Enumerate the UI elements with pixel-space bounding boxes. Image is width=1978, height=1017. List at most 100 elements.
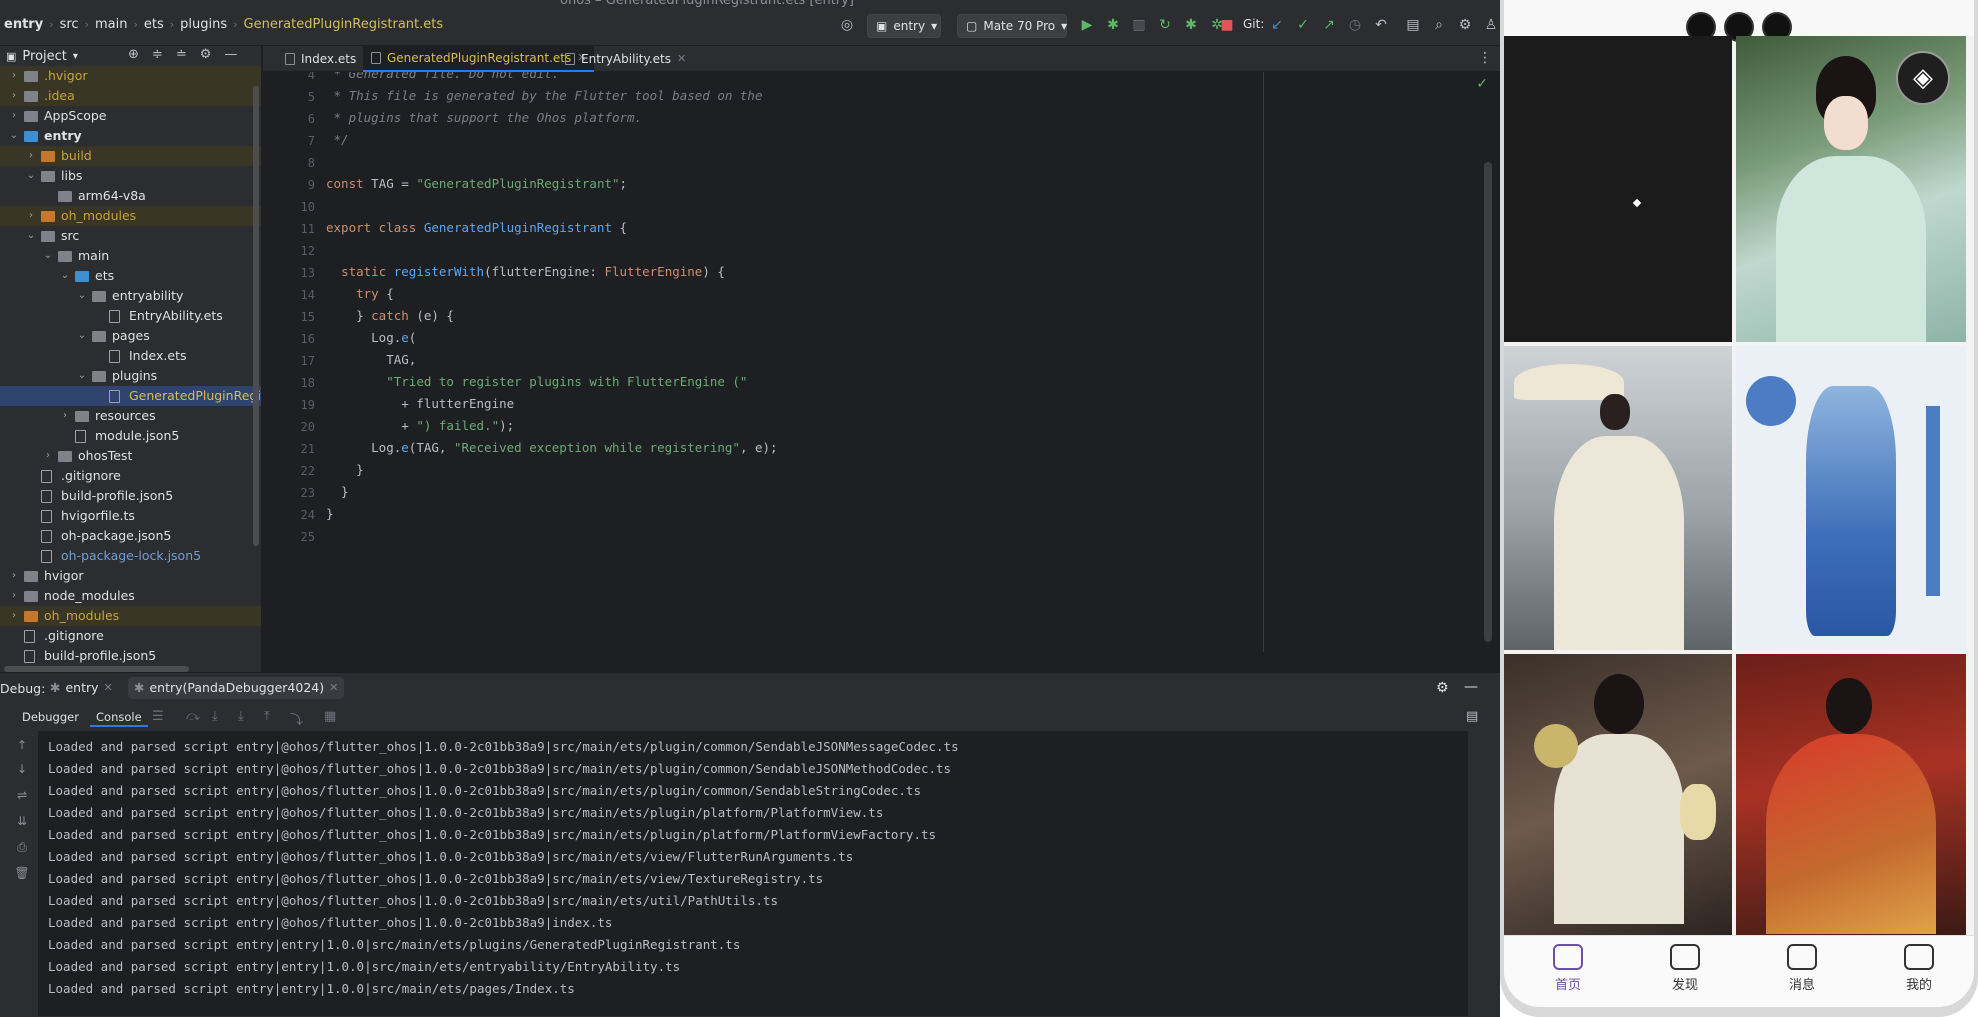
tree-item[interactable]: ⌄ libs xyxy=(0,166,261,186)
console-line[interactable]: Loaded and parsed script entry|@ohos/flu… xyxy=(48,739,959,754)
close-icon[interactable]: ✕ xyxy=(677,46,686,72)
console-line[interactable]: Loaded and parsed script entry|@ohos/flu… xyxy=(48,783,921,798)
phone-screen[interactable]: ◈ 首页 发现 消息 我的 xyxy=(1504,0,1974,1007)
step-into-icon[interactable]: ⤓ xyxy=(212,709,218,724)
code-line[interactable]: + flutterEngine xyxy=(326,396,514,411)
locate-icon[interactable]: ⊕ xyxy=(128,47,139,62)
tree-item[interactable]: › .idea xyxy=(0,86,261,106)
tree-item[interactable]: GeneratedPluginRegistrant.ets xyxy=(0,386,261,406)
scrollbar[interactable] xyxy=(1476,731,1484,1001)
chevron-right-icon[interactable]: › xyxy=(8,106,20,126)
chevron-right-icon[interactable]: › xyxy=(59,406,71,426)
nav-messages[interactable]: 消息 xyxy=(1762,944,1842,993)
chevron-down-icon[interactable]: ▾ xyxy=(73,51,78,62)
gallery-tile-image[interactable] xyxy=(1504,654,1732,935)
chevron-down-icon[interactable]: ⌄ xyxy=(76,366,88,386)
chevron-right-icon[interactable]: › xyxy=(8,86,20,106)
console-line[interactable]: Loaded and parsed script entry|@ohos/flu… xyxy=(48,849,853,864)
tree-item[interactable]: ⌄ ets xyxy=(0,266,261,286)
step-out-icon[interactable]: ⤒ xyxy=(264,709,270,724)
nav-profile[interactable]: 我的 xyxy=(1879,944,1959,993)
code-line[interactable]: const TAG = "GeneratedPluginRegistrant"; xyxy=(326,176,627,191)
tree-item[interactable]: › hvigor xyxy=(0,566,261,586)
user-icon[interactable]: ♙ xyxy=(1482,16,1500,34)
code-line[interactable]: } catch (e) { xyxy=(326,308,454,323)
search-icon[interactable]: ⌕ xyxy=(1430,16,1448,34)
close-icon[interactable]: ✕ xyxy=(104,677,113,699)
tree-item[interactable]: ⌄ src xyxy=(0,226,261,246)
code-line[interactable]: "Tried to register plugins with FlutterE… xyxy=(326,374,747,389)
breadcrumb-item[interactable]: main xyxy=(95,17,127,32)
tab-console[interactable]: Console xyxy=(90,707,148,727)
gear-icon[interactable]: ⚙ xyxy=(1436,680,1449,696)
soft-wrap-icon[interactable]: ⇌ xyxy=(14,787,30,803)
code-line[interactable]: } xyxy=(326,484,349,499)
code-line[interactable]: } xyxy=(326,462,364,477)
git-commit-icon[interactable]: ✓ xyxy=(1294,16,1312,34)
history-icon[interactable]: ◷ xyxy=(1346,16,1364,34)
code-line[interactable]: TAG, xyxy=(326,352,416,367)
breadcrumb-item[interactable]: plugins xyxy=(180,17,227,32)
tab-debugger[interactable]: Debugger xyxy=(16,707,85,727)
run-to-cursor-icon[interactable]: ⤵ xyxy=(290,709,303,728)
code-line[interactable]: } xyxy=(326,506,334,521)
gallery-tile-image[interactable] xyxy=(1736,654,1966,935)
debug-icon[interactable]: ✱ xyxy=(1104,16,1122,34)
close-icon[interactable]: ✕ xyxy=(329,677,338,699)
code-line[interactable]: * plugins that support the Ohos platform… xyxy=(326,110,643,125)
tree-item[interactable]: › build xyxy=(0,146,261,166)
code-line[interactable]: static registerWith(flutterEngine: Flutt… xyxy=(326,264,725,279)
target-icon[interactable]: ◎ xyxy=(838,16,856,34)
breadcrumb-item[interactable]: GeneratedPluginRegistrant.ets xyxy=(244,17,444,32)
print-icon[interactable]: ⎙ xyxy=(14,839,30,855)
tree-item[interactable]: › node_modules xyxy=(0,586,261,606)
console-output[interactable]: Loaded and parsed script entry|@ohos/flu… xyxy=(38,731,1468,1016)
console-line[interactable]: Loaded and parsed script entry|@ohos/flu… xyxy=(48,893,778,908)
step-over-icon[interactable]: ⤼ xyxy=(186,709,200,724)
device-select[interactable]: ▢ Mate 70 Pro ▾ xyxy=(957,14,1067,38)
nav-discover[interactable]: 发现 xyxy=(1645,944,1725,993)
console-line[interactable]: Loaded and parsed script entry|entry|1.0… xyxy=(48,981,575,996)
tree-item[interactable]: ⌄ plugins xyxy=(0,366,261,386)
tree-item[interactable]: build-profile.json5 xyxy=(0,646,261,666)
tree-item[interactable]: build-profile.json5 xyxy=(0,486,261,506)
gallery-tile-image[interactable] xyxy=(1736,346,1966,650)
arrow-down-icon[interactable]: ↓ xyxy=(14,761,30,777)
breadcrumb-item[interactable]: ets xyxy=(144,17,164,32)
chevron-down-icon[interactable]: ⌄ xyxy=(42,246,54,266)
code-line[interactable]: export class GeneratedPluginRegistrant { xyxy=(326,220,627,235)
tree-item[interactable]: module.json5 xyxy=(0,426,261,446)
tree-item[interactable]: › resources xyxy=(0,406,261,426)
debug-tab-panda[interactable]: ✱ entry(PandaDebugger4024) ✕ xyxy=(128,677,345,699)
debug-tab-entry[interactable]: ✱ entry ✕ xyxy=(44,677,119,699)
run-icon[interactable]: ▶ xyxy=(1078,16,1096,34)
chevron-right-icon[interactable]: › xyxy=(25,146,37,166)
chevron-down-icon[interactable]: ⌄ xyxy=(76,286,88,306)
tree-item[interactable]: Index.ets xyxy=(0,346,261,366)
console-line[interactable]: Loaded and parsed script entry|@ohos/flu… xyxy=(48,827,936,842)
force-step-into-icon[interactable]: ⤓ xyxy=(238,709,244,724)
chevron-down-icon[interactable]: ⌄ xyxy=(25,166,37,186)
gear-icon[interactable]: ⚙ xyxy=(1456,16,1474,34)
console-line[interactable]: Loaded and parsed script entry|entry|1.0… xyxy=(48,937,740,952)
code-line[interactable]: try { xyxy=(326,286,394,301)
tree-item[interactable]: oh-package-lock.json5 xyxy=(0,546,261,566)
layout-icon[interactable]: ▤ xyxy=(1466,709,1478,724)
chevron-right-icon[interactable]: › xyxy=(8,566,20,586)
tree-item[interactable]: › AppScope xyxy=(0,106,261,126)
expand-all-icon[interactable]: ≑ xyxy=(152,47,163,62)
code-line[interactable]: + ") failed."); xyxy=(326,418,514,433)
code-line[interactable]: Log.e(TAG, "Received exception while reg… xyxy=(326,440,777,455)
tab-entry-ability[interactable]: EntryAbility.ets ✕ xyxy=(557,46,694,72)
tree-item[interactable]: EntryAbility.ets xyxy=(0,306,261,326)
code-line[interactable]: * This file is generated by the Flutter … xyxy=(326,88,763,103)
tree-item[interactable]: arm64-v8a xyxy=(0,186,261,206)
rerun-icon[interactable]: ↻ xyxy=(1156,16,1174,34)
console-line[interactable]: Loaded and parsed script entry|entry|1.0… xyxy=(48,959,680,974)
gallery-tile-image[interactable] xyxy=(1504,346,1732,650)
more-icon[interactable]: ⋮ xyxy=(1478,50,1492,66)
menu-icon[interactable]: ☰ xyxy=(152,709,164,724)
chevron-down-icon[interactable]: ⌄ xyxy=(8,126,20,146)
trash-icon[interactable]: 🗑 xyxy=(14,865,30,881)
tree-item[interactable]: hvigorfile.ts xyxy=(0,506,261,526)
